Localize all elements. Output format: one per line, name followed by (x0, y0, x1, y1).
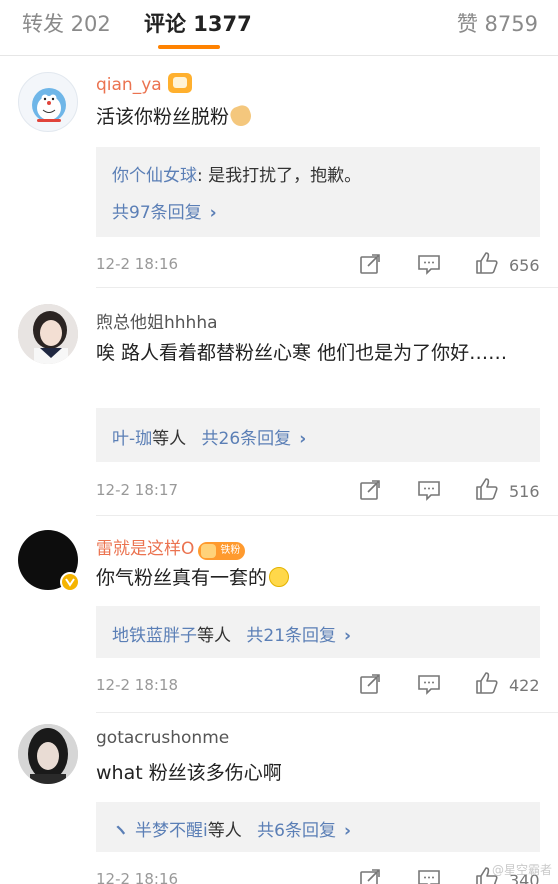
comment-text: 唉 路人看着都替粉丝心寒 他们也是为了你好…… (96, 342, 508, 364)
view-replies-link[interactable]: ヽ半梦不醒i等人 共6条回复 › (112, 816, 351, 841)
reply-prefix-glyph: ヽ (112, 821, 129, 841)
like-icon[interactable] (475, 251, 499, 275)
chevron-right-icon: › (343, 821, 351, 841)
repost-icon[interactable] (358, 867, 382, 884)
verified-badge-icon (60, 572, 80, 592)
comment-icon[interactable] (417, 478, 441, 502)
tab-comments[interactable]: 评论 1377 (144, 8, 252, 38)
active-tab-indicator (158, 45, 220, 49)
avatar-doraemon-icon (32, 88, 66, 122)
reply-user[interactable]: 地铁蓝胖子 (112, 626, 197, 646)
reply-preview-box[interactable]: 地铁蓝胖子等人 共21条回复 › (96, 606, 540, 658)
comment-username[interactable]: 煦总他姐hhhha (96, 308, 218, 333)
avatar-photo-icon (18, 304, 78, 364)
tab-divider (0, 55, 558, 56)
comment-time: 12-2 18:16 (96, 255, 179, 273)
avatar[interactable] (18, 724, 78, 784)
iron-fan-badge: 铁粉 (198, 542, 246, 560)
reply-suffix: 等人 (207, 821, 242, 841)
comment-text: what 粉丝该多伤心啊 (96, 762, 282, 784)
comment-text-content: 你气粉丝真有一套的 (96, 567, 268, 589)
badge-label: 铁粉 (220, 545, 241, 556)
chevron-right-icon: › (299, 429, 307, 449)
comment-divider (96, 712, 558, 713)
like-count: 516 (509, 482, 540, 501)
reply-suffix: 等人 (152, 429, 187, 449)
username-text[interactable]: qian_ya (96, 75, 162, 95)
reply-count[interactable]: 共6条回复 (257, 821, 336, 841)
vip-crown-icon (167, 73, 192, 93)
reply-count[interactable]: 共26条回复 (202, 429, 292, 449)
reply-user[interactable]: 半梦不醒i (135, 821, 208, 841)
reply-user[interactable]: 叶-珈 (112, 429, 152, 449)
view-replies-link[interactable]: 共97条回复 › (112, 198, 217, 223)
repost-icon[interactable] (358, 672, 382, 696)
comment-text: 活该你粉丝脱粉 (96, 102, 536, 133)
comment-text: 你气粉丝真有一套的 (96, 563, 536, 594)
comment-username[interactable]: qian_ya (96, 73, 192, 95)
comment-text-content: 活该你粉丝脱粉 (96, 106, 230, 128)
comment-divider (96, 515, 558, 516)
repost-icon[interactable] (358, 252, 382, 276)
comment-time: 12-2 18:17 (96, 481, 179, 499)
chevron-right-icon: › (209, 203, 217, 223)
comment-tabs: 转发 202 评论 1377 赞 8759 (0, 0, 558, 50)
comment-time: 12-2 18:18 (96, 676, 179, 694)
avatar[interactable] (18, 304, 78, 364)
comment-icon[interactable] (417, 252, 441, 276)
reply-suffix: 等人 (197, 626, 231, 646)
tab-likes[interactable]: 赞 8759 (457, 8, 538, 38)
like-count: 656 (509, 256, 540, 275)
comment-icon[interactable] (417, 672, 441, 696)
reply-text: : 是我打扰了，抱歉。 (197, 166, 362, 186)
comment-divider (96, 287, 558, 288)
smile-emoji-icon (269, 567, 290, 587)
comment-username[interactable]: gotacrushonme (96, 728, 229, 748)
reply-preview-box[interactable]: 叶-珈等人 共26条回复 › (96, 408, 540, 462)
avatar[interactable] (18, 72, 78, 132)
reply-preview-box[interactable]: 你个仙女球: 是我打扰了，抱歉。 共97条回复 › (96, 147, 540, 237)
comment-username[interactable]: 雷就是这样O 铁粉 (96, 534, 246, 560)
tab-reposts[interactable]: 转发 202 (22, 8, 111, 38)
reply-preview-box[interactable]: ヽ半梦不醒i等人 共6条回复 › (96, 802, 540, 852)
view-replies-link[interactable]: 叶-珈等人 共26条回复 › (112, 424, 306, 449)
avatar-photo-icon (18, 724, 78, 784)
watermark: @星空霸者 (491, 863, 552, 877)
avatar[interactable] (18, 530, 80, 592)
reply-user[interactable]: 你个仙女球 (112, 166, 197, 186)
clap-emoji-icon (228, 103, 254, 129)
comment-icon[interactable] (417, 867, 441, 884)
chevron-right-icon: › (344, 626, 352, 646)
username-text[interactable]: 雷就是这样O (96, 539, 194, 559)
like-icon[interactable] (475, 671, 499, 695)
comment-time: 12-2 18:16 (96, 870, 179, 884)
reply-count[interactable]: 共21条回复 (246, 626, 336, 646)
like-icon[interactable] (475, 477, 499, 501)
view-replies-link[interactable]: 地铁蓝胖子等人 共21条回复 › (112, 621, 351, 646)
reply-count[interactable]: 共97条回复 (112, 203, 202, 223)
like-count: 422 (509, 676, 540, 695)
repost-icon[interactable] (358, 478, 382, 502)
reply-preview-line[interactable]: 你个仙女球: 是我打扰了，抱歉。 (112, 161, 361, 186)
